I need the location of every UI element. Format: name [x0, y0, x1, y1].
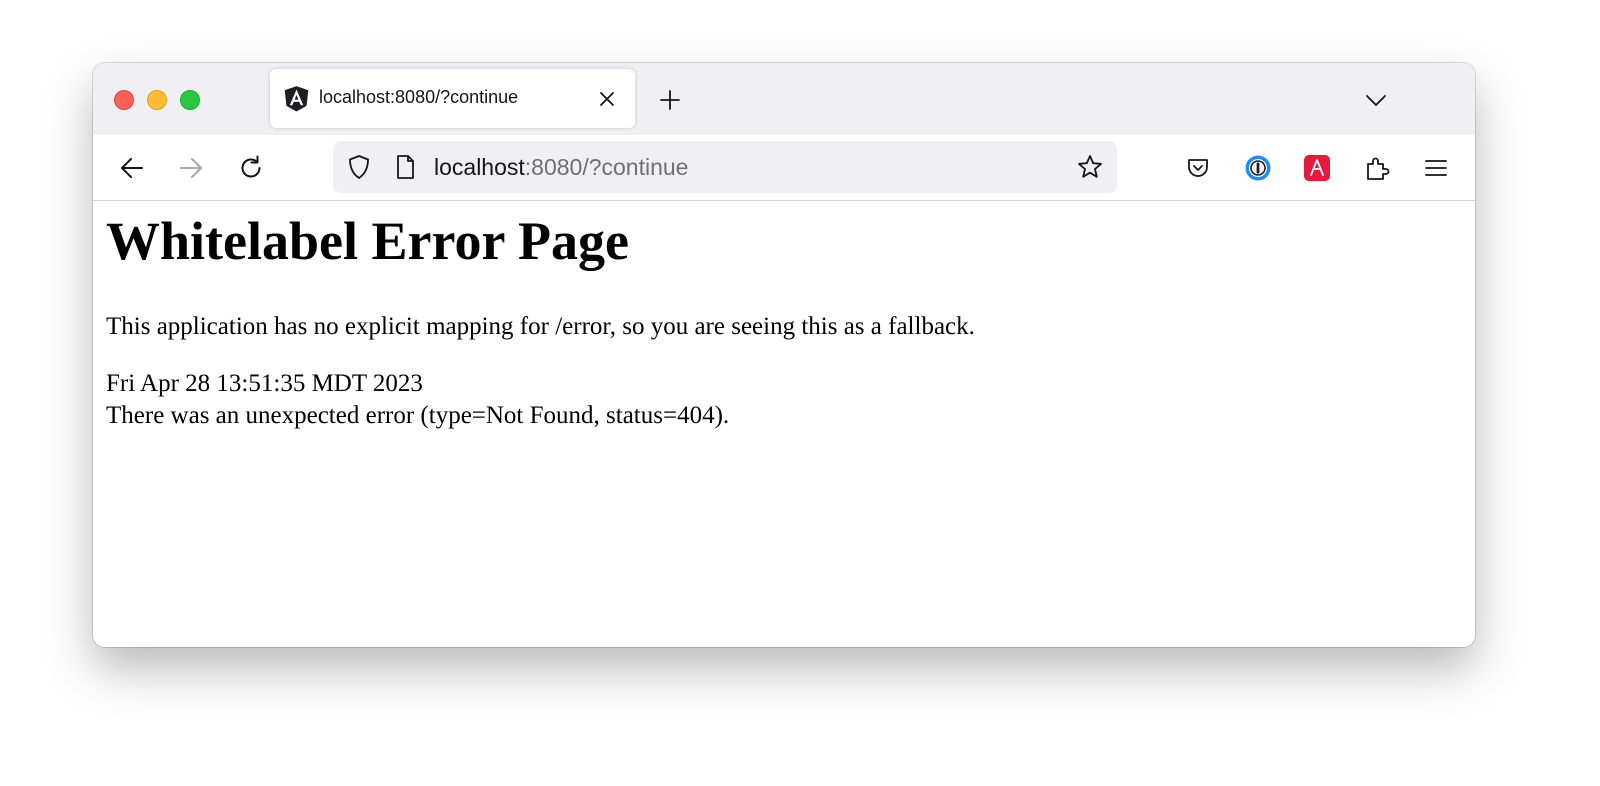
url-text[interactable]: localhost:8080/?continue	[434, 154, 688, 181]
page-title: Whitelabel Error Page	[106, 211, 629, 271]
bookmark-star-icon[interactable]	[1076, 153, 1104, 181]
page-icon[interactable]	[391, 153, 419, 181]
angular-logo-icon	[284, 86, 309, 112]
error-message: This application has no explicit mapping…	[106, 313, 975, 340]
reload-icon[interactable]	[237, 154, 265, 182]
chevron-down-icon[interactable]	[1364, 88, 1388, 112]
back-arrow-icon[interactable]	[118, 154, 146, 182]
forward-arrow-icon[interactable]	[177, 154, 205, 182]
active-tab[interactable]: localhost:8080/?continue	[270, 69, 635, 128]
shield-icon[interactable]	[345, 153, 373, 181]
error-details: There was an unexpected error (type=Not …	[106, 402, 730, 429]
1password-icon[interactable]	[1244, 154, 1272, 182]
navigation-toolbar: localhost:8080/?continue	[93, 135, 1475, 201]
tab-bar: localhost:8080/?continue	[93, 63, 1475, 135]
close-tab-icon[interactable]	[597, 89, 617, 109]
minimize-window-button[interactable]	[147, 90, 167, 110]
close-window-button[interactable]	[114, 90, 134, 110]
adobe-acrobat-icon[interactable]	[1303, 154, 1331, 182]
pocket-icon[interactable]	[1184, 154, 1212, 182]
tab-title: localhost:8080/?continue	[319, 87, 519, 107]
zoom-window-button[interactable]	[180, 90, 200, 110]
address-bar[interactable]: localhost:8080/?continue	[333, 141, 1117, 193]
extensions-icon[interactable]	[1363, 154, 1391, 182]
error-timestamp: Fri Apr 28 13:51:35 MDT 2023	[106, 370, 423, 397]
menu-icon[interactable]	[1422, 154, 1450, 182]
page-content: Whitelabel Error Page This application h…	[93, 202, 1475, 647]
url-host: localhost	[434, 154, 525, 180]
url-path: :8080/?continue	[524, 154, 689, 180]
new-tab-icon[interactable]	[658, 88, 682, 112]
browser-window: localhost:8080/?continue localhost:8080/…	[93, 63, 1475, 647]
